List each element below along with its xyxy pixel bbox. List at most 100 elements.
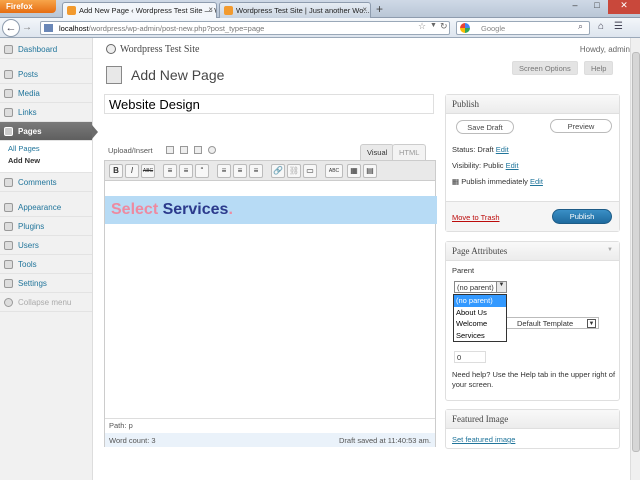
- url-history-dropdown-icon[interactable]: ▼: [430, 22, 437, 29]
- schedule-edit-link[interactable]: Edit: [530, 177, 543, 186]
- home-icon[interactable]: ⌂: [598, 21, 604, 32]
- align-center-button[interactable]: ≡: [233, 164, 247, 178]
- add-audio-icon[interactable]: [194, 146, 202, 154]
- submenu-item-add-new[interactable]: Add New: [8, 156, 92, 168]
- page-icon: [106, 66, 122, 84]
- firefox-menu-button[interactable]: Firefox: [0, 0, 56, 13]
- maximize-icon[interactable]: □: [586, 0, 608, 14]
- move-to-trash-link[interactable]: Move to Trash: [452, 213, 500, 222]
- content-editor[interactable]: B I ABC ≡ ≡ “ ≡ ≡ ≡ 🔗 ⛓ ▭ ABC ▦ ▤ Select…: [104, 160, 437, 447]
- window-controls: – □ ✕: [564, 0, 640, 14]
- browser-menu-icon[interactable]: ☰: [614, 21, 623, 32]
- new-tab-icon[interactable]: +: [376, 2, 383, 16]
- strikethrough-button[interactable]: ABC: [141, 164, 155, 178]
- parent-select[interactable]: (no parent) ▼: [454, 281, 507, 293]
- add-video-icon[interactable]: [180, 146, 188, 154]
- sidebar-item-label: Appearance: [18, 203, 62, 212]
- align-right-button[interactable]: ≡: [249, 164, 263, 178]
- forward-arrow-icon[interactable]: →: [22, 22, 32, 33]
- sidebar-item-label: Media: [18, 89, 40, 98]
- window-close-icon[interactable]: ✕: [608, 0, 640, 14]
- save-draft-button[interactable]: Save Draft: [456, 120, 514, 134]
- italic-button[interactable]: I: [125, 164, 139, 178]
- sidebar-item-plugins[interactable]: Plugins: [0, 217, 92, 236]
- kitchen-sink-button[interactable]: ▤: [363, 164, 377, 178]
- visibility-row: Visibility: Public Edit: [452, 161, 519, 170]
- bold-button[interactable]: B: [109, 164, 123, 178]
- upload-insert-label: Upload/Insert: [108, 146, 153, 155]
- submenu-item-all-pages[interactable]: All Pages: [8, 144, 92, 156]
- sidebar-item-users[interactable]: Users: [0, 236, 92, 255]
- chevron-down-icon: ▼: [496, 282, 506, 292]
- publish-button[interactable]: Publish: [552, 209, 612, 224]
- site-identity-icon[interactable]: [44, 24, 53, 32]
- search-bar[interactable]: Google: [456, 21, 590, 35]
- sidebar-item-settings[interactable]: Settings: [0, 274, 92, 293]
- collapse-toggle-icon[interactable]: ▼: [607, 247, 613, 253]
- scrollbar-thumb[interactable]: [632, 52, 640, 452]
- tab-html[interactable]: HTML: [392, 144, 427, 160]
- help-button[interactable]: Help: [584, 61, 614, 75]
- screen-options-button[interactable]: Screen Options: [512, 61, 578, 75]
- sidebar-item-appearance[interactable]: Appearance: [0, 198, 92, 217]
- page-attributes-title: Page Attributes: [446, 242, 619, 261]
- url-bar[interactable]: localhost/wordpress/wp-admin/post-new.ph…: [40, 21, 450, 35]
- url-path: /wordpress/wp-admin/post-new.php?post_ty…: [88, 24, 265, 33]
- add-media-icon[interactable]: [208, 146, 216, 154]
- close-tab-icon[interactable]: ×: [362, 5, 367, 14]
- post-title-input[interactable]: [104, 94, 434, 114]
- sidebar-item-label: Pages: [18, 127, 42, 136]
- sidebar-item-label: Users: [18, 241, 39, 250]
- set-featured-image-link[interactable]: Set featured image: [452, 435, 515, 444]
- menu-order-input[interactable]: [454, 351, 486, 363]
- tab-label: Add New Page ‹ Wordpress Test Site — Wor…: [79, 6, 216, 15]
- align-left-button[interactable]: ≡: [217, 164, 231, 178]
- numbered-list-button[interactable]: ≡: [179, 164, 193, 178]
- visibility-edit-link[interactable]: Edit: [506, 161, 519, 170]
- collapse-menu-button[interactable]: Collapse menu: [0, 293, 92, 312]
- parent-dropdown-list[interactable]: (no parent) About Us Welcome Services: [453, 294, 507, 342]
- back-arrow-icon[interactable]: ←: [2, 19, 20, 37]
- google-search-engine-icon[interactable]: [460, 23, 470, 33]
- sidebar-item-links[interactable]: Links: [0, 103, 92, 122]
- calendar-icon: ▦: [452, 177, 460, 186]
- tab-visual[interactable]: Visual: [360, 144, 395, 160]
- parent-option-about-us[interactable]: About Us: [454, 307, 506, 319]
- reload-icon[interactable]: ↻: [440, 21, 448, 32]
- bullet-list-button[interactable]: ≡: [163, 164, 177, 178]
- parent-option-services[interactable]: Services: [454, 330, 506, 342]
- sidebar-item-media[interactable]: Media: [0, 84, 92, 103]
- url-host: localhost: [59, 24, 89, 33]
- preview-button[interactable]: Preview: [550, 119, 612, 133]
- sidebar-item-posts[interactable]: Posts: [0, 65, 92, 84]
- browser-tab-add-new-page[interactable]: Add New Page ‹ Wordpress Test Site — Wor…: [62, 2, 217, 18]
- insert-more-button[interactable]: ▭: [303, 164, 317, 178]
- unlink-button[interactable]: ⛓: [287, 164, 301, 178]
- tab-label: Wordpress Test Site | Just another Wo...: [236, 6, 370, 15]
- editor-content-text: Select Services.: [111, 201, 233, 219]
- fullscreen-button[interactable]: ▦: [347, 164, 361, 178]
- minimize-icon[interactable]: –: [564, 0, 586, 14]
- editor-path-bar: Path: p: [105, 418, 435, 431]
- search-magnifier-icon[interactable]: ⌕: [578, 21, 583, 32]
- spellcheck-button[interactable]: ABC: [325, 164, 343, 178]
- close-tab-icon[interactable]: ×: [208, 5, 213, 14]
- bookmark-star-icon[interactable]: ☆: [418, 21, 426, 32]
- insert-link-button[interactable]: 🔗: [271, 164, 285, 178]
- sidebar-item-label: Posts: [18, 70, 39, 79]
- sidebar-item-comments[interactable]: Comments: [0, 173, 92, 192]
- browser-tab-test-site[interactable]: Wordpress Test Site | Just another Wo...…: [219, 2, 371, 18]
- status-edit-link[interactable]: Edit: [496, 145, 509, 154]
- sidebar-item-tools[interactable]: Tools: [0, 255, 92, 274]
- wordpress-favicon-icon: [67, 6, 76, 15]
- add-image-icon[interactable]: [166, 146, 174, 154]
- parent-option-welcome[interactable]: Welcome: [454, 318, 506, 330]
- howdy-user-menu[interactable]: Howdy, admin: [580, 45, 630, 54]
- parent-option-no-parent[interactable]: (no parent): [454, 295, 506, 307]
- appearance-icon: [4, 203, 13, 212]
- blockquote-button[interactable]: “: [195, 164, 209, 178]
- sidebar-item-dashboard[interactable]: Dashboard: [0, 40, 92, 59]
- page-scrollbar[interactable]: [630, 38, 640, 480]
- site-name[interactable]: Wordpress Test Site: [106, 44, 199, 55]
- sidebar-item-pages[interactable]: Pages: [0, 122, 98, 141]
